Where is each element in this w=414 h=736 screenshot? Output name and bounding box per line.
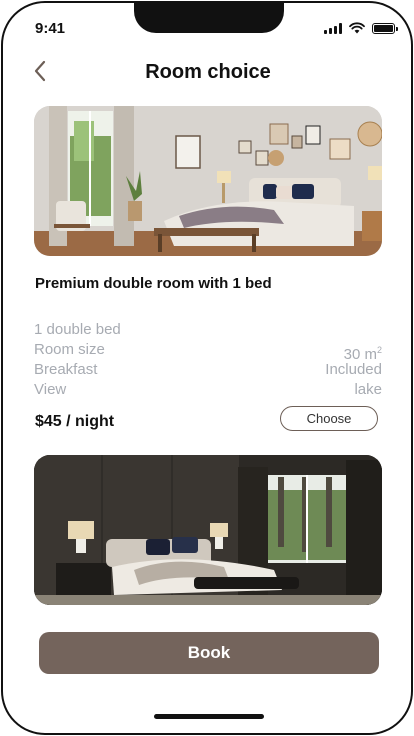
spec-label: Breakfast bbox=[34, 361, 98, 378]
cellular-signal-icon bbox=[324, 22, 342, 34]
room-name: Premium double room with 1 bed bbox=[35, 275, 272, 292]
spec-label: View bbox=[34, 381, 67, 398]
battery-icon bbox=[372, 22, 398, 34]
room-photo[interactable] bbox=[34, 106, 382, 256]
choose-button[interactable]: Choose bbox=[280, 406, 378, 431]
book-button[interactable]: Book bbox=[39, 632, 379, 674]
spec-label: 1 double bed bbox=[34, 321, 121, 338]
status-time: 9:41 bbox=[35, 20, 66, 37]
bedroom-image bbox=[34, 106, 382, 256]
room-photo[interactable] bbox=[34, 455, 382, 605]
page-title: Room choice bbox=[145, 61, 271, 83]
room-spec-beds: 1 double bed bbox=[34, 321, 382, 339]
spec-value: lake bbox=[354, 381, 382, 398]
bedroom-image bbox=[34, 455, 382, 605]
room-price: $45 / night bbox=[35, 413, 115, 430]
spec-value: Included bbox=[325, 361, 382, 378]
phone-frame: 9:41 Room choice Premium double room wit… bbox=[1, 1, 413, 735]
size-unit-superscript: 2 bbox=[376, 345, 382, 355]
room-spec-breakfast: Breakfast Included bbox=[34, 361, 382, 379]
home-indicator bbox=[154, 714, 264, 719]
wifi-icon bbox=[349, 22, 365, 34]
room-spec-view: View lake bbox=[34, 381, 382, 399]
notch bbox=[134, 3, 284, 33]
status-icons bbox=[324, 22, 398, 34]
